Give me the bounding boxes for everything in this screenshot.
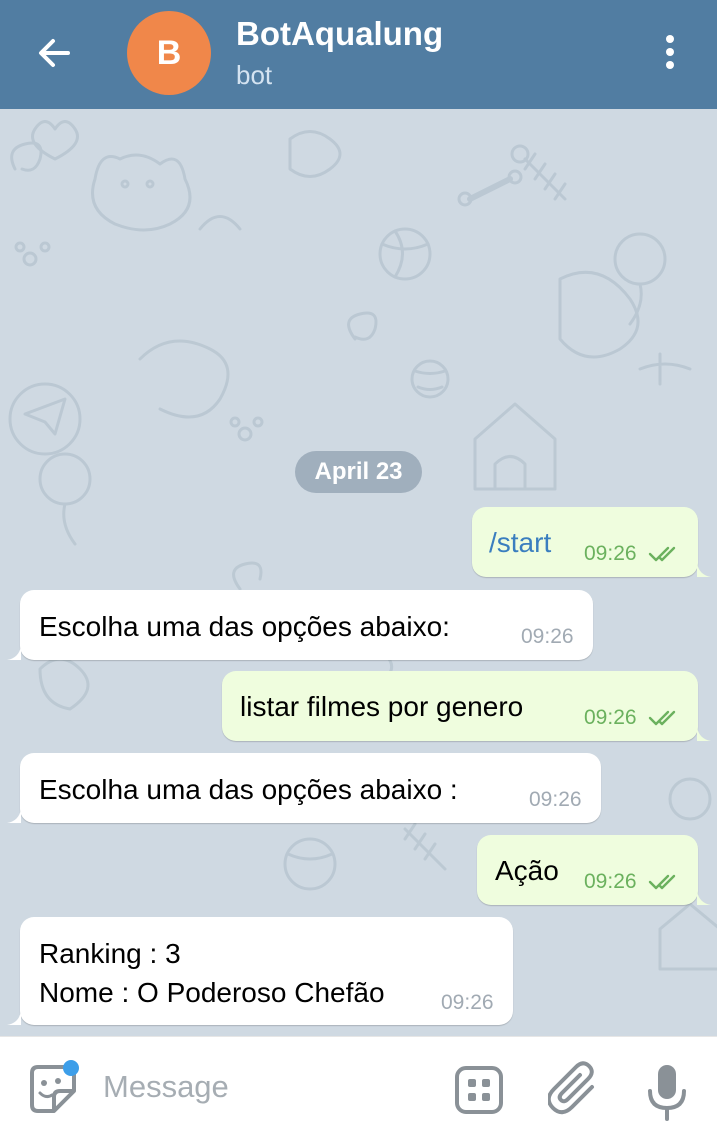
double-check-icon [648,710,676,726]
bubble-tail [697,891,711,905]
message-text-line: Ranking : 3 [39,938,181,969]
bot-commands-icon [455,1066,503,1114]
message-bubble-incoming[interactable]: Escolha uma das opções abaixo: 09:26 [20,590,593,660]
message-text-line: Nome : O Poderoso Chefão [39,977,385,1008]
message-bubble-outgoing[interactable]: /start 09:26 [472,507,698,577]
message-text-command[interactable]: /start [489,523,551,562]
message-time: 09:26 [584,542,637,565]
chat-title[interactable]: BotAqualung [236,15,443,53]
message-text: Escolha uma das opções abaixo: [39,611,450,642]
bubble-tail [697,727,711,741]
microphone-icon [648,1065,686,1121]
message-bubble-incoming[interactable]: Escolha uma das opções abaixo : 09:26 [20,753,601,823]
arrow-left-icon [39,39,70,67]
attach-button[interactable] [546,1061,604,1119]
message-bubble-outgoing[interactable]: listar filmes por genero 09:26 [222,671,698,741]
chat-subtitle: bot [236,60,273,90]
chat-header: B BotAqualung bot [0,0,717,109]
double-check-icon [648,546,676,562]
back-button[interactable] [26,26,82,82]
message-bubble-outgoing[interactable]: Ação 09:26 [477,835,698,905]
message-time: 09:26 [521,625,574,648]
double-check-icon [648,874,676,890]
date-separator: April 23 [295,451,422,493]
sticker-button[interactable] [24,1059,84,1119]
message-time: 09:26 [441,991,494,1014]
sticker-icon [30,1060,79,1113]
message-input[interactable] [103,1065,433,1109]
message-time: 09:26 [529,788,582,811]
bot-commands-button[interactable] [452,1063,506,1117]
microphone-button[interactable] [644,1061,690,1123]
bubble-tail [7,1011,21,1025]
message-text: Escolha uma das opções abaixo : [39,774,458,805]
avatar[interactable]: B [127,11,211,95]
more-vertical-icon [666,35,674,69]
menu-button[interactable] [650,30,690,76]
bubble-tail [7,646,21,660]
message-text: listar filmes por genero [240,691,524,722]
message-input-bar [0,1036,717,1135]
message-time: 09:26 [584,870,637,893]
message-bubble-incoming[interactable]: Ranking : 3 Nome : O Poderoso Chefão 09:… [20,917,513,1025]
paperclip-icon [546,1061,594,1115]
message-time: 09:26 [584,706,637,729]
message-text: Ação [495,855,559,886]
bubble-tail [7,809,21,823]
bubble-tail [697,563,711,577]
chat-area[interactable]: April 23 /start 09:26 Escolha uma das op… [0,109,717,1036]
unread-dot [63,1060,79,1076]
